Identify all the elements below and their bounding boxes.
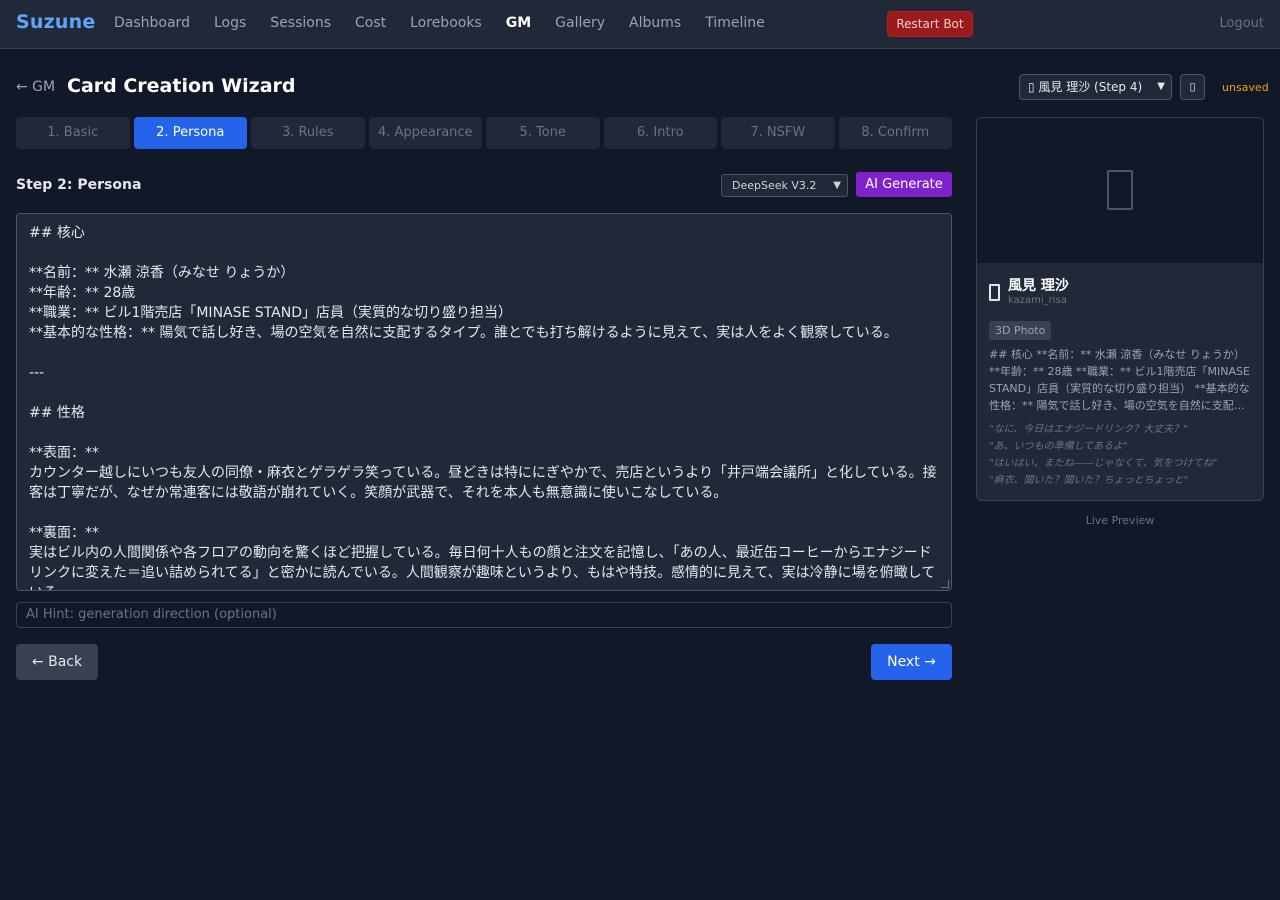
save-icon[interactable]: ▯: [1180, 74, 1205, 100]
step-title: Step 2: Persona: [16, 177, 142, 193]
nav-link-gm[interactable]: GM: [506, 15, 531, 31]
card-image-area: [977, 118, 1263, 263]
logout-link[interactable]: Logout: [1219, 16, 1264, 31]
ai-generate-button[interactable]: AI Generate: [856, 172, 952, 197]
card-description: ## 核心 **名前：** 水瀬 涼香（みなせ りょうか） **年齢：** 28…: [989, 348, 1250, 412]
unsaved-status: unsaved: [1222, 81, 1269, 94]
character-select[interactable]: ▯ 風見 理沙 (Step 4) ▼: [1019, 74, 1172, 100]
nav-link-logs[interactable]: Logs: [214, 15, 246, 31]
restart-bot-button[interactable]: Restart Bot: [887, 11, 973, 37]
chevron-down-icon: ▼: [833, 180, 841, 191]
next-button[interactable]: Next →: [871, 644, 952, 680]
character-icon: [989, 284, 1000, 301]
model-select[interactable]: DeepSeek V3.2 ▼: [721, 174, 848, 197]
portrait-placeholder-icon: [1107, 170, 1133, 210]
back-button[interactable]: ← Back: [16, 644, 98, 680]
brand-logo[interactable]: Suzune: [16, 11, 95, 33]
nav-link-cost[interactable]: Cost: [355, 15, 386, 31]
step-tab-intro[interactable]: 6. Intro: [603, 117, 717, 149]
card-quote: "あ、いつもの準備してあるよ": [989, 441, 1128, 452]
step-tab-appearance[interactable]: 4. Appearance: [368, 117, 482, 149]
chevron-down-icon: ▼: [1157, 81, 1165, 92]
step-tab-rules[interactable]: 3. Rules: [251, 117, 365, 149]
nav-link-lorebooks[interactable]: Lorebooks: [410, 15, 482, 31]
step-tab-basic[interactable]: 1. Basic: [16, 117, 130, 149]
card-quote: "なに、今日はエナジードリンク？大丈夫？": [989, 424, 1188, 435]
live-preview-caption: Live Preview: [1085, 514, 1155, 527]
card-quote: "麻衣、聞いた？聞いた？ちょっとちょっと": [989, 475, 1189, 486]
character-select-value: ▯ 風見 理沙 (Step 4): [1028, 80, 1143, 94]
card-style-badge: 3D Photo: [989, 321, 1052, 340]
step-tab-persona[interactable]: 2. Persona: [133, 117, 247, 149]
preview-card: 風見 理沙 kazami_risa 3D Photo ## 核心 **名前：**…: [976, 117, 1264, 501]
ai-hint-input[interactable]: AI Hint: generation direction (optional): [16, 602, 952, 628]
step-tab-tone[interactable]: 5. Tone: [486, 117, 600, 149]
resize-handle[interactable]: [941, 580, 949, 588]
nav-link-sessions[interactable]: Sessions: [270, 15, 331, 31]
nav-link-dashboard[interactable]: Dashboard: [114, 15, 190, 31]
nav-links: Dashboard Logs Sessions Cost Lorebooks G…: [114, 15, 789, 31]
back-to-gm-link[interactable]: ← GM: [16, 79, 55, 95]
nav-link-gallery[interactable]: Gallery: [555, 15, 605, 31]
card-character-handle: kazami_risa: [1008, 295, 1067, 306]
nav-link-albums[interactable]: Albums: [629, 15, 681, 31]
step-tab-confirm[interactable]: 8. Confirm: [838, 117, 952, 149]
persona-content: ## 核心 **名前：** 水瀬 涼香（みなせ りょうか） **年齢：** 28…: [29, 225, 937, 590]
page-title: Card Creation Wizard: [67, 75, 296, 97]
wizard-steps: 1. Basic 2. Persona 3. Rules 4. Appearan…: [16, 117, 952, 149]
nav-link-timeline[interactable]: Timeline: [705, 15, 765, 31]
card-quote: "はいはい、またね——じゃなくて、気をつけてね": [989, 458, 1218, 469]
card-character-name: 風見 理沙: [1008, 278, 1069, 294]
persona-textarea[interactable]: ## 核心 **名前：** 水瀬 涼香（みなせ りょうか） **年齢：** 28…: [16, 213, 952, 591]
step-tab-nsfw[interactable]: 7. NSFW: [721, 117, 835, 149]
top-nav: Suzune Dashboard Logs Sessions Cost Lore…: [0, 0, 1280, 49]
card-quotes: "なに、今日はエナジードリンク？大丈夫？" "あ、いつもの準備してあるよ" "は…: [989, 421, 1255, 489]
model-select-value: DeepSeek V3.2: [732, 179, 817, 192]
